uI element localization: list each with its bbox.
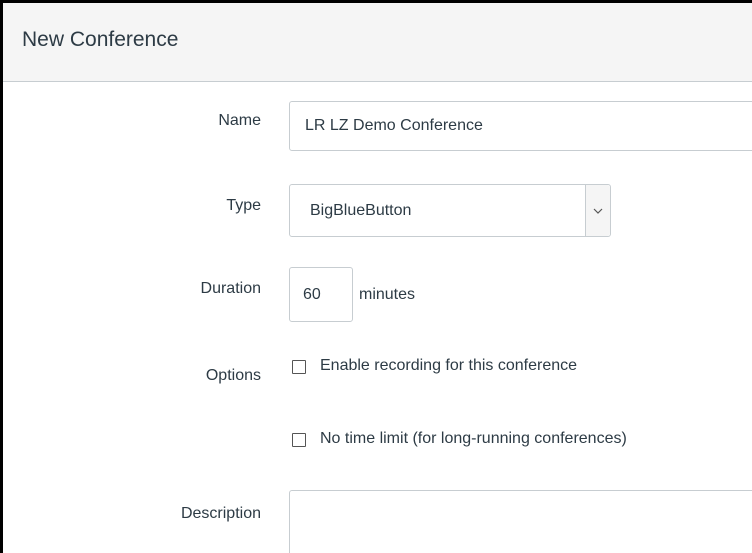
duration-input[interactable]: 60 bbox=[289, 267, 353, 322]
name-input[interactable]: LR LZ Demo Conference bbox=[289, 101, 752, 151]
type-label: Type bbox=[226, 197, 261, 214]
no-time-limit-label[interactable]: No time limit (for long-running conferen… bbox=[320, 430, 627, 448]
new-conference-dialog: New Conference Name LR LZ Demo Conferenc… bbox=[0, 0, 752, 553]
options-label: Options bbox=[205, 367, 261, 384]
chevron-down-icon bbox=[593, 208, 603, 214]
duration-input-value: 60 bbox=[303, 285, 321, 303]
dialog-header: New Conference bbox=[3, 3, 752, 82]
type-select-value: BigBlueButton bbox=[310, 201, 412, 219]
dialog-title: New Conference bbox=[22, 28, 179, 51]
no-time-limit-checkbox[interactable] bbox=[292, 433, 306, 447]
name-input-value: LR LZ Demo Conference bbox=[305, 117, 483, 134]
type-select[interactable]: BigBlueButton bbox=[289, 184, 611, 237]
enable-recording-checkbox[interactable] bbox=[292, 360, 306, 374]
description-label: Description bbox=[180, 505, 261, 522]
select-arrow-button[interactable] bbox=[585, 185, 610, 236]
enable-recording-label[interactable]: Enable recording for this conference bbox=[320, 357, 577, 375]
description-textarea[interactable] bbox=[289, 490, 752, 553]
duration-unit: minutes bbox=[359, 286, 416, 303]
duration-label: Duration bbox=[200, 280, 261, 297]
name-label: Name bbox=[218, 112, 261, 129]
